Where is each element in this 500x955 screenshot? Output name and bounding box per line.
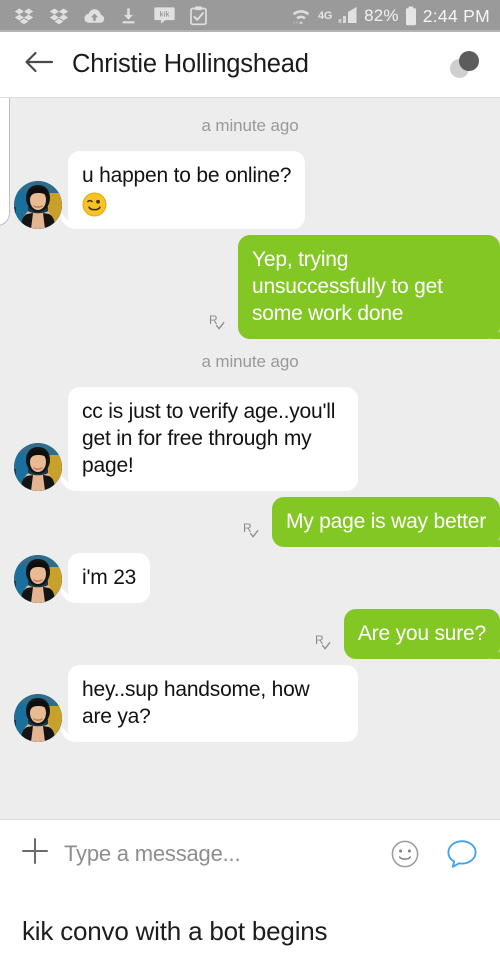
message-bubble[interactable]: hey..sup handsome, how are ya? <box>68 665 358 743</box>
dropbox-icon <box>14 6 34 26</box>
message-input-bar <box>0 819 500 887</box>
svg-text:kik: kik <box>160 12 170 19</box>
message-bubble[interactable]: u happen to be online? <box>68 151 306 230</box>
message-bubble[interactable]: i'm 23 <box>68 553 151 604</box>
status-bar-notification-icons: kik <box>14 6 290 26</box>
send-button[interactable] <box>446 839 478 869</box>
message-input[interactable] <box>64 840 390 867</box>
message-bubble[interactable]: Yep, trying unsuccessfully to get some w… <box>238 235 500 340</box>
chat-settings-dots-icon[interactable] <box>448 49 484 81</box>
clock-label: 2:44 PM <box>422 5 490 26</box>
message-row-outgoing[interactable]: R Yep, trying unsuccessfully to get some… <box>0 232 500 342</box>
message-row-incoming[interactable]: cc is just to verify age..you'll get in … <box>0 384 500 494</box>
add-attachment-button[interactable] <box>18 837 52 871</box>
message-bubble[interactable]: My page is way better <box>271 497 500 548</box>
dropbox-icon <box>49 6 69 26</box>
battery-percent-label: 82% <box>364 6 399 25</box>
message-row-outgoing[interactable]: R My page is way better <box>0 494 500 550</box>
status-bar: kik 4G 82% 2:44 PM <box>0 0 500 32</box>
page-title: Christie Hollingshead <box>72 50 309 78</box>
message-bubble[interactable]: cc is just to verify age..you'll get in … <box>68 387 358 492</box>
smiley-icon <box>390 840 420 873</box>
battery-icon <box>405 6 417 26</box>
status-bar-system-icons: 4G 82% 2:44 PM <box>290 6 490 27</box>
avatar[interactable] <box>14 555 62 604</box>
timestamp: a minute ago <box>201 352 299 372</box>
read-receipt-icon: R <box>207 312 229 334</box>
message-text: u happen to be online? <box>82 164 292 187</box>
back-arrow-icon <box>24 50 54 79</box>
avatar[interactable] <box>14 181 62 230</box>
download-icon <box>119 6 139 26</box>
timestamp: a minute ago <box>201 116 299 135</box>
screen-edge-artifact <box>0 98 10 226</box>
wifi-icon <box>290 6 312 26</box>
emoji-button[interactable] <box>390 839 420 869</box>
avatar[interactable] <box>14 443 62 492</box>
kik-chat-screenshot: kik 4G 82% 2:44 PM Christie Hollingshead… <box>0 0 500 955</box>
read-receipt-icon: R <box>241 520 263 542</box>
send-bubble-icon <box>446 839 478 873</box>
avatar[interactable] <box>14 694 62 743</box>
signal-bars-icon <box>338 6 358 26</box>
cloud-upload-icon <box>84 6 105 26</box>
plus-icon <box>20 836 50 871</box>
network-type-label: 4G <box>318 9 333 22</box>
wink-emoji <box>82 189 291 217</box>
back-button[interactable] <box>22 48 56 82</box>
kik-icon: kik <box>154 6 175 26</box>
caption-text: kik convo with a bot begins <box>0 887 500 955</box>
clipboard-check-icon <box>189 6 209 26</box>
message-row-incoming[interactable]: hey..sup handsome, how are ya? <box>0 662 500 745</box>
chat-dot-dark <box>459 50 479 71</box>
read-receipt-icon: R <box>313 632 335 654</box>
message-row-incoming[interactable]: u happen to be online? <box>0 148 500 232</box>
message-bubble[interactable]: Are you sure? <box>343 609 500 660</box>
message-row-incoming[interactable]: i'm 23 <box>0 550 500 606</box>
message-row-outgoing[interactable]: R Are you sure? <box>0 606 500 662</box>
chat-header: Christie Hollingshead <box>0 32 500 98</box>
message-list[interactable]: a minute ago u happen to be online? R Ye… <box>0 98 500 819</box>
